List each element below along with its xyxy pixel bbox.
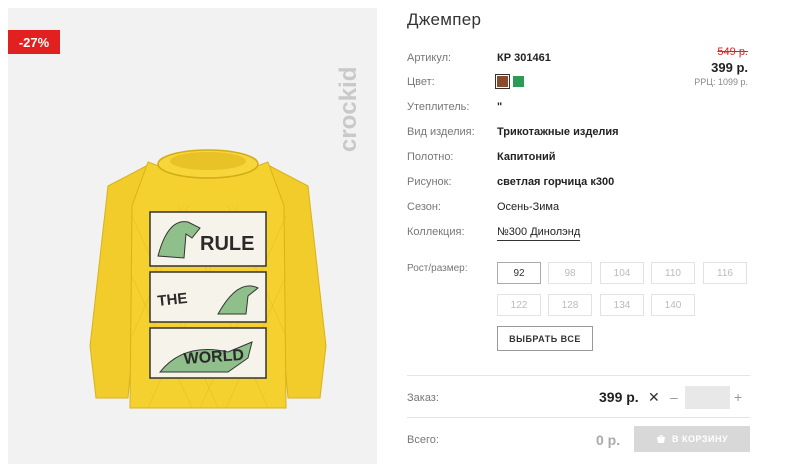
brand-logo: crockid (335, 67, 362, 152)
product-title: Джемпер (407, 10, 482, 29)
increase-quantity-button[interactable]: + (734, 389, 742, 405)
season-label: Сезон: (407, 201, 441, 213)
insulation-value: " (497, 101, 503, 113)
order-label: Заказ: (407, 392, 439, 404)
article-value: КР 301461 (497, 52, 551, 64)
divider (407, 375, 750, 376)
size-option-122[interactable]: 122 (497, 294, 541, 316)
size-option-92[interactable]: 92 (497, 262, 541, 284)
product-photo: RULE THE WORLD (89, 149, 327, 409)
size-option-134[interactable]: 134 (600, 294, 644, 316)
svg-text:THE: THE (157, 290, 189, 310)
collection-label: Коллекция: (407, 226, 465, 238)
fabric-value: Капитоний (497, 151, 556, 163)
product-type-value: Трикотажные изделия (497, 126, 619, 138)
size-option-104[interactable]: 104 (600, 262, 644, 284)
add-to-cart-label: В КОРЗИНУ (671, 434, 729, 444)
pattern-value: светлая горчица к300 (497, 176, 615, 188)
size-option-110[interactable]: 110 (651, 262, 695, 284)
order-price: 399 р. (599, 389, 639, 405)
discount-badge: -27% (8, 30, 60, 54)
decrease-quantity-button[interactable]: – (670, 389, 678, 405)
remove-icon[interactable]: ✕ (648, 389, 660, 406)
size-option-116[interactable]: 116 (703, 262, 747, 284)
color-swatch-brown[interactable] (495, 74, 510, 89)
product-type-label: Вид изделия: (407, 126, 475, 138)
insulation-label: Утеплитель: (407, 101, 470, 113)
current-price: 399 р. (711, 60, 748, 75)
svg-text:RULE: RULE (200, 233, 254, 255)
fabric-label: Полотно: (407, 151, 454, 163)
size-option-128[interactable]: 128 (548, 294, 592, 316)
total-label: Всего: (407, 434, 439, 446)
pattern-label: Рисунок: (407, 176, 452, 188)
season-value: Осень-Зима (497, 201, 560, 213)
color-label: Цвет: (407, 76, 435, 88)
article-label: Артикул: (407, 52, 452, 64)
select-all-sizes-button[interactable]: ВЫБРАТЬ ВСЕ (497, 326, 593, 351)
add-to-cart-button[interactable]: В КОРЗИНУ (634, 426, 750, 452)
total-value: 0 р. (596, 432, 621, 448)
color-swatch-green[interactable] (513, 76, 524, 87)
divider (407, 417, 750, 418)
product-image-panel[interactable]: -27% crockid RULE THE WORLD (8, 8, 377, 464)
basket-icon (656, 435, 665, 443)
old-price: 549 р. (717, 46, 748, 58)
size-label: Рост/размер: (407, 263, 468, 274)
collection-link[interactable]: №300 Динолэнд (497, 226, 581, 241)
size-option-98[interactable]: 98 (548, 262, 592, 284)
rrc-price: РРЦ: 1099 р. (694, 77, 748, 87)
size-option-140[interactable]: 140 (651, 294, 695, 316)
brand-logo-text: crockid (335, 67, 362, 152)
quantity-input[interactable] (685, 386, 730, 409)
